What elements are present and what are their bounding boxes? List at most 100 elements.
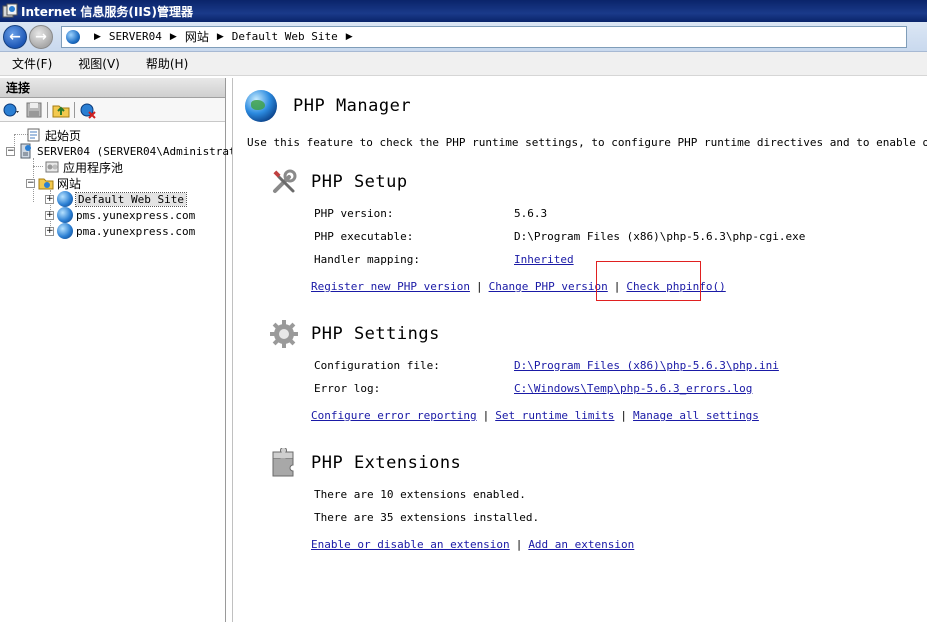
action-divider: | <box>482 409 490 422</box>
error-log-label: Error log: <box>314 382 381 395</box>
extensions-installed-text: There are 35 extensions installed. <box>314 511 540 524</box>
start-page-icon <box>26 127 42 143</box>
handler-mapping-label: Handler mapping: <box>314 253 420 266</box>
section-header: PHP Setup <box>269 166 408 198</box>
tree-item-label: SERVER04 (SERVER04\Administrat <box>37 144 236 158</box>
php-extensions-actions: Enable or disable an extension | Add an … <box>311 538 634 551</box>
tree-item-label: Default Web Site <box>75 191 187 207</box>
breadcrumb[interactable]: ▶ SERVER04 ▶ 网站 ▶ Default Web Site ▶ <box>61 25 907 48</box>
tree-item-server[interactable]: − SERVER04 (SERVER04\Administrat <box>6 143 236 159</box>
highlight-box <box>596 261 701 301</box>
config-file-label: Configuration file: <box>314 359 440 372</box>
connections-header: 连接 <box>0 78 225 98</box>
chevron-right-icon[interactable]: ▶ <box>217 32 224 42</box>
up-folder-icon[interactable] <box>52 101 70 119</box>
globe-icon <box>57 191 73 207</box>
php-settings-actions: Configure error reporting | Set runtime … <box>311 409 759 422</box>
configure-error-reporting-link[interactable]: Configure error reporting <box>311 409 477 422</box>
wrench-screwdriver-icon <box>269 167 299 197</box>
register-php-version-link[interactable]: Register new PHP version <box>311 280 470 293</box>
enable-disable-extension-link[interactable]: Enable or disable an extension <box>311 538 510 551</box>
section-title: PHP Settings <box>311 324 440 344</box>
php-version-value: 5.6.3 <box>514 207 548 220</box>
action-divider: | <box>475 280 483 293</box>
section-title: PHP Extensions <box>311 453 462 473</box>
connections-toolbar <box>0 98 225 122</box>
breadcrumb-default-web-site[interactable]: Default Web Site <box>232 30 338 43</box>
menu-file[interactable]: 文件(F) <box>8 55 56 72</box>
forward-arrow-icon: → <box>35 28 47 45</box>
action-divider: | <box>620 409 628 422</box>
expand-icon[interactable]: + <box>45 226 54 236</box>
toolbar-divider <box>47 101 48 118</box>
chevron-right-icon[interactable]: ▶ <box>94 32 101 42</box>
section-header: PHP Extensions <box>269 446 462 479</box>
section-title: PHP Setup <box>311 172 408 192</box>
chevron-right-icon[interactable]: ▶ <box>346 32 353 42</box>
sites-folder-icon <box>38 175 54 191</box>
tree-item-label: pma.yunexpress.com <box>76 224 196 238</box>
menu-help[interactable]: 帮助(H) <box>142 55 192 72</box>
tree-item-pma-site[interactable]: + pma.yunexpress.com <box>45 223 195 239</box>
section-header: PHP Settings <box>269 318 440 350</box>
forward-button[interactable]: → <box>29 24 53 49</box>
breadcrumb-server[interactable]: SERVER04 <box>109 30 162 43</box>
toolbar-divider <box>74 101 75 118</box>
main-content: PHP Manager Use this feature to check th… <box>232 78 927 622</box>
php-setup-section: PHP Setup <box>269 166 408 198</box>
connect-icon[interactable] <box>3 101 21 119</box>
collapse-icon[interactable]: − <box>26 178 35 188</box>
globe-icon <box>57 223 73 239</box>
php-extensions-section: PHP Extensions <box>269 446 462 479</box>
window-title: Internet 信息服务(IIS)管理器 <box>21 4 193 19</box>
php-settings-section: PHP Settings <box>269 318 440 350</box>
php-version-label: PHP version: <box>314 207 394 220</box>
menu-view[interactable]: 视图(V) <box>74 55 124 72</box>
menu-bar: 文件(F) 视图(V) 帮助(H) <box>0 52 927 76</box>
puzzle-piece-icon <box>269 446 299 478</box>
collapse-icon[interactable]: − <box>6 146 15 156</box>
tree-item-start-page[interactable]: 起始页 <box>26 127 81 143</box>
php-executable-label: PHP executable: <box>314 230 414 243</box>
change-php-version-link[interactable]: Change PHP version <box>489 280 608 293</box>
chevron-right-icon[interactable]: ▶ <box>170 32 177 42</box>
error-log-link[interactable]: C:\Windows\Temp\php-5.6.3_errors.log <box>514 382 752 395</box>
back-arrow-icon: ← <box>9 28 21 45</box>
extensions-enabled-text: There are 10 extensions enabled. <box>314 488 526 501</box>
tree-item-label: pms.yunexpress.com <box>76 208 196 222</box>
tree-item-label: 应用程序池 <box>63 160 124 175</box>
tree-item-pms-site[interactable]: + pms.yunexpress.com <box>45 207 195 223</box>
breadcrumb-sites[interactable]: 网站 <box>185 28 209 45</box>
manage-all-settings-link[interactable]: Manage all settings <box>633 409 759 422</box>
tree-item-app-pools[interactable]: 应用程序池 <box>44 159 123 175</box>
disconnect-icon[interactable] <box>79 101 97 119</box>
connections-tree: 起始页 − SERVER04 (SERVER04\Administrat 应用程… <box>0 122 236 239</box>
server-icon <box>18 143 34 159</box>
add-extension-link[interactable]: Add an extension <box>528 538 634 551</box>
handler-mapping-link[interactable]: Inherited <box>514 253 574 266</box>
tree-item-label: 网站 <box>57 176 82 191</box>
gear-icon <box>269 319 299 349</box>
action-divider: | <box>515 538 523 551</box>
page-header: PHP Manager <box>245 90 411 122</box>
page-description: Use this feature to check the PHP runtim… <box>247 136 927 149</box>
set-runtime-limits-link[interactable]: Set runtime limits <box>495 409 614 422</box>
tree-item-default-web-site[interactable]: + Default Web Site <box>45 191 187 207</box>
address-bar: ← → ▶ SERVER04 ▶ 网站 ▶ Default Web Site ▶ <box>0 22 927 52</box>
globe-icon <box>57 207 73 223</box>
expand-icon[interactable]: + <box>45 210 54 220</box>
tree-item-label: 起始页 <box>45 128 82 143</box>
back-button[interactable]: ← <box>3 24 27 49</box>
expand-icon[interactable]: + <box>45 194 54 204</box>
config-file-link[interactable]: D:\Program Files (x86)\php-5.6.3\php.ini <box>514 359 779 372</box>
page-title: PHP Manager <box>293 96 412 116</box>
app-pools-icon <box>44 159 60 175</box>
globe-icon <box>66 29 80 44</box>
connections-pane: 连接 起始页 − SERVER04 (SERVER04\Administrat … <box>0 78 236 622</box>
iis-app-icon <box>2 3 18 19</box>
php-manager-globe-icon <box>245 90 277 122</box>
tree-item-sites[interactable]: − 网站 <box>26 175 81 191</box>
tree-line <box>33 166 43 167</box>
save-icon[interactable] <box>25 101 43 119</box>
php-executable-value: D:\Program Files (x86)\php-5.6.3\php-cgi… <box>514 230 806 243</box>
